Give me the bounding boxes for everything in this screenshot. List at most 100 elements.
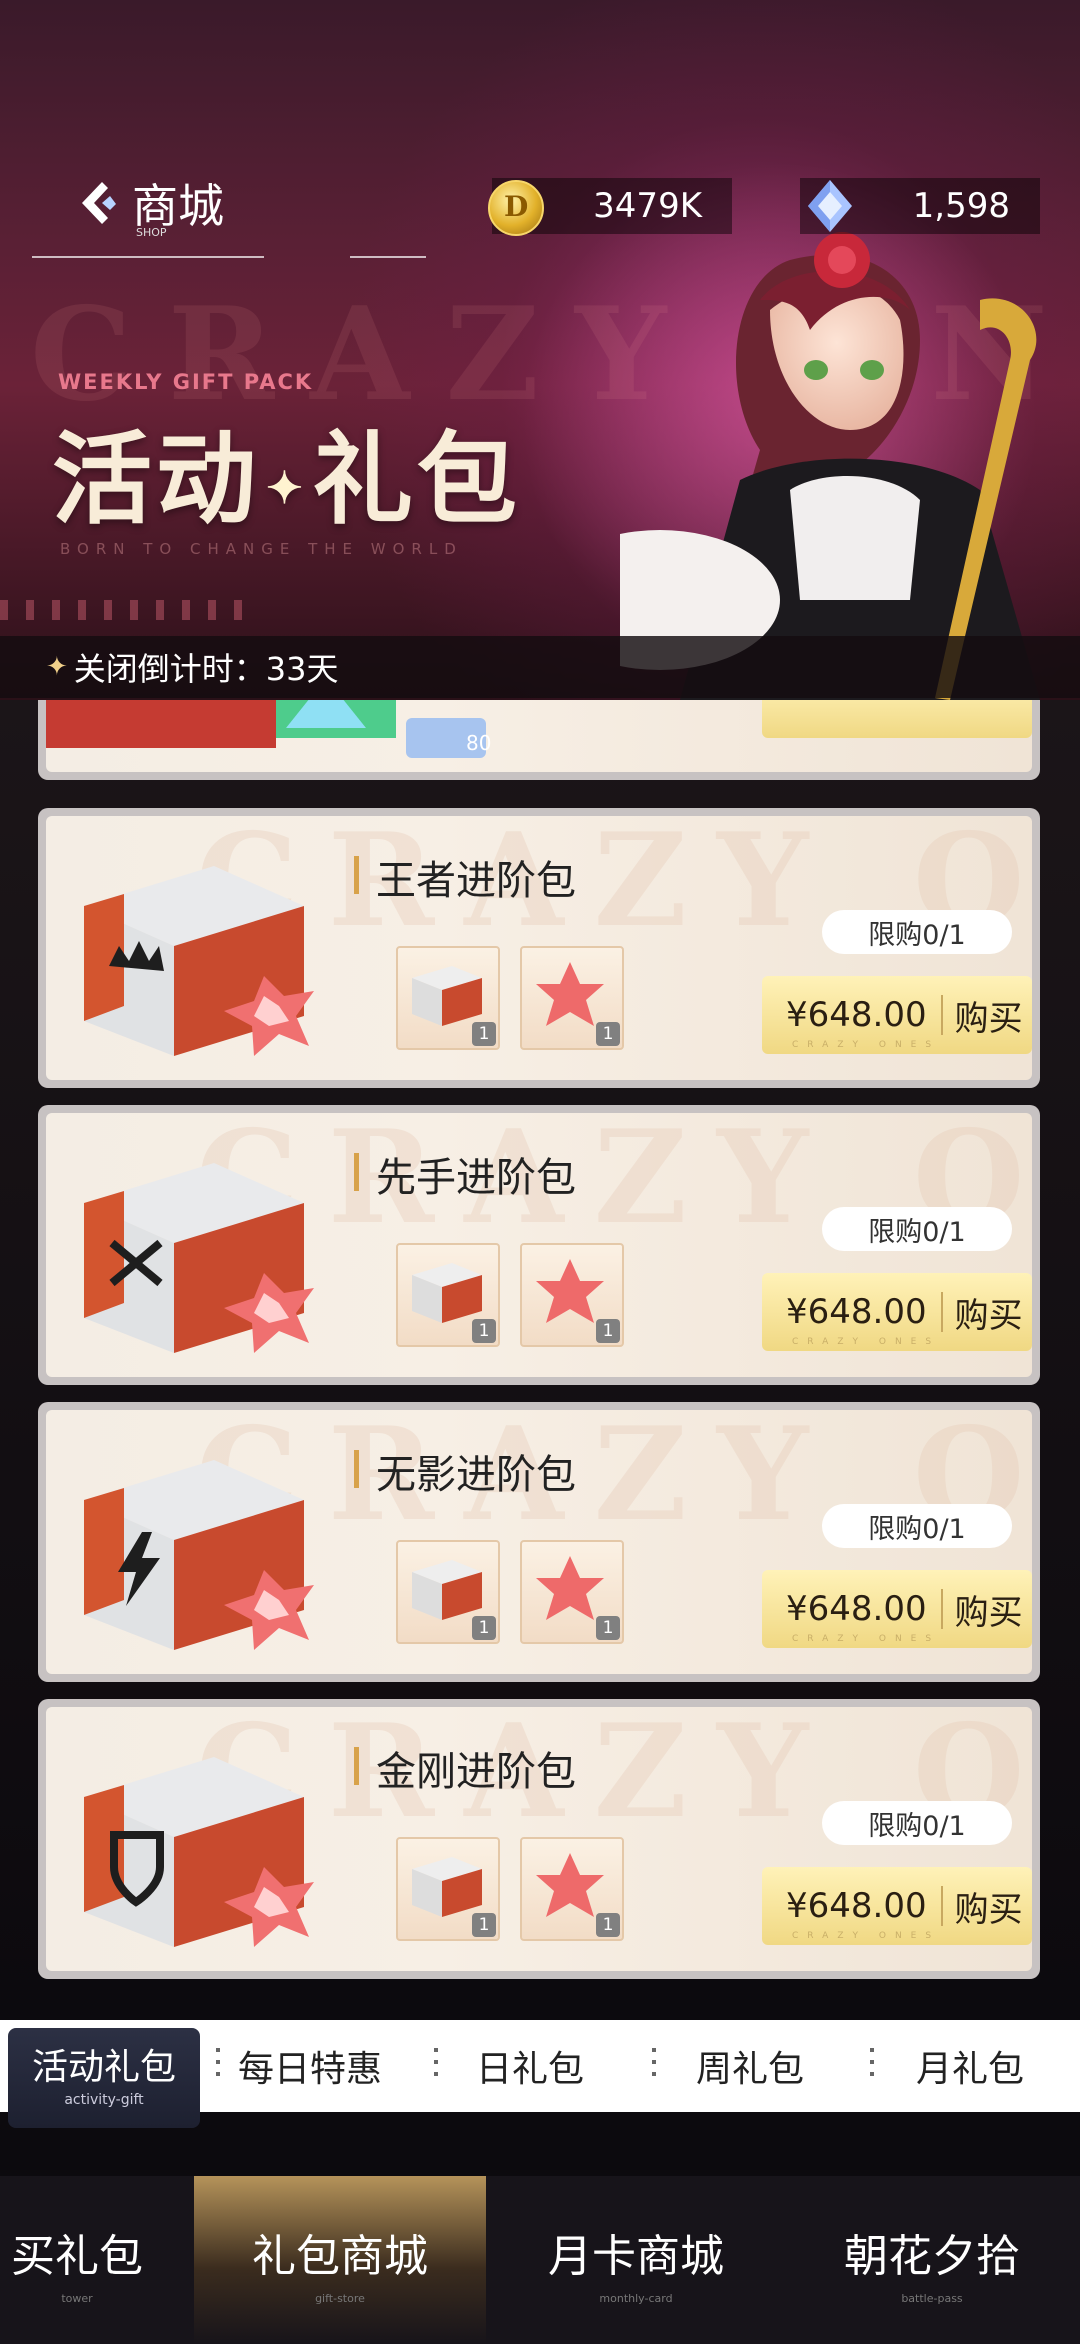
headline-part-b: 礼包 bbox=[312, 420, 521, 538]
buy-button[interactable]: ¥648.00 购买 CRAZY ONES bbox=[762, 1273, 1032, 1351]
tab-daily-pack[interactable]: 日礼包 bbox=[420, 2040, 640, 2092]
purchase-limit: 限购0/1 bbox=[822, 1504, 1012, 1548]
sparkle-icon: ✦ bbox=[46, 652, 68, 682]
reward-qty: 1 bbox=[596, 1319, 620, 1343]
nav-monthly-card[interactable]: 月卡商城 monthly-card bbox=[490, 2176, 782, 2344]
price: ¥648.00 bbox=[786, 1589, 927, 1629]
shop-title: 商城 SHOP bbox=[76, 170, 224, 239]
pack-box-art bbox=[84, 1163, 314, 1353]
pack-box-art bbox=[84, 1757, 314, 1947]
pack-card-inner: CRAZY ONES 金刚进阶包 1 1 bbox=[46, 1707, 1032, 1971]
pack-name: 先手进阶包 bbox=[354, 1145, 576, 1203]
nav-sub: gift-store bbox=[315, 2292, 365, 2305]
reward-slot[interactable]: 1 bbox=[396, 1540, 500, 1644]
banner-tagline: BORN TO CHANGE THE WORLD bbox=[60, 540, 463, 558]
divider bbox=[940, 995, 943, 1035]
pack-card: CRAZY ONES 王者进阶包 1 1 bbox=[38, 808, 1040, 1088]
purchase-limit: 限购0/1 bbox=[822, 1207, 1012, 1251]
buy-watermark: CRAZY ONES bbox=[792, 1634, 941, 1644]
reward-qty: 1 bbox=[472, 1022, 496, 1046]
shop-logo-icon bbox=[82, 182, 116, 224]
reward-slot[interactable]: 1 bbox=[396, 946, 500, 1050]
tab-activity-gift[interactable]: 活动礼包 activity-gift bbox=[8, 2028, 200, 2128]
reward-slot[interactable]: 1 bbox=[520, 946, 624, 1050]
weekly-label: WEEKLY GIFT PACK bbox=[58, 370, 314, 394]
separator bbox=[652, 2048, 656, 2084]
buy-watermark: CRAZY ONES bbox=[792, 1040, 941, 1050]
nav-buy-pack[interactable]: 买礼包 tower bbox=[0, 2176, 194, 2344]
separator bbox=[434, 2048, 438, 2084]
tab-daily-deal[interactable]: 每日特惠 bbox=[200, 2040, 420, 2092]
gift-box-art: 80 bbox=[46, 700, 491, 758]
coin-balance[interactable]: D 3479K bbox=[488, 178, 732, 236]
pack-card: CRAZY ONES 金刚进阶包 1 1 bbox=[38, 1699, 1040, 1979]
sparkle-icon: ✦ bbox=[266, 462, 307, 514]
buy-button[interactable]: ¥648.00 购买 CRAZY ONES bbox=[762, 976, 1032, 1054]
character-illustration bbox=[620, 232, 1040, 700]
pack-card: CRAZY ONES 无影进阶包 1 1 bbox=[38, 1402, 1040, 1682]
buy-label: 购买 bbox=[954, 1592, 1023, 1633]
title-underline-2 bbox=[350, 256, 426, 258]
buy-watermark: CRAZY ONES bbox=[792, 1931, 941, 1941]
partial-qty: 80 bbox=[466, 731, 491, 755]
buy-watermark: CRAZY ONES bbox=[792, 1337, 941, 1347]
pack-card-inner: CRAZY ONES 王者进阶包 1 1 bbox=[46, 816, 1032, 1080]
pack-card-inner: 80 bbox=[46, 700, 1032, 772]
tab-activity-gift-label: 活动礼包 bbox=[31, 2047, 176, 2088]
nav-battle-pass[interactable]: 朝花夕拾 battle-pass bbox=[786, 2176, 1078, 2344]
nav-sub: monthly-card bbox=[599, 2292, 673, 2305]
countdown-text: 关闭倒计时：33天 bbox=[73, 650, 339, 688]
buy-label: 购买 bbox=[954, 1889, 1023, 1930]
reward-slot[interactable]: 1 bbox=[520, 1540, 624, 1644]
reward-qty: 1 bbox=[472, 1616, 496, 1640]
reward-slot[interactable]: 1 bbox=[396, 1837, 500, 1941]
nav-label: 朝花夕拾 bbox=[844, 2231, 1020, 2282]
price: ¥648.00 bbox=[786, 995, 927, 1035]
pack-box-art bbox=[84, 866, 314, 1056]
purchase-limit: 限购0/1 bbox=[822, 1801, 1012, 1845]
bottom-nav: 买礼包 tower 礼包商城 gift-store 月卡商城 monthly-c… bbox=[0, 2176, 1080, 2344]
price: ¥648.00 bbox=[786, 1886, 927, 1926]
shop-title-sub: SHOP bbox=[136, 226, 167, 239]
pack-card-partial: 80 bbox=[38, 700, 1040, 780]
divider bbox=[940, 1292, 943, 1332]
diamond-icon bbox=[808, 180, 852, 232]
buy-button[interactable]: ¥648.00 购买 CRAZY ONES bbox=[762, 1570, 1032, 1648]
reward-qty: 1 bbox=[472, 1913, 496, 1937]
nav-label: 月卡商城 bbox=[548, 2231, 724, 2282]
tab-monthly-pack[interactable]: 月礼包 bbox=[860, 2040, 1080, 2092]
banner-dots bbox=[0, 600, 260, 620]
nav-sub: tower bbox=[61, 2292, 93, 2305]
headline-part-a: 活动 bbox=[52, 420, 260, 538]
coin-icon: D bbox=[488, 180, 544, 236]
diamond-value: 1,598 bbox=[912, 186, 1010, 226]
diamond-balance[interactable]: 1,598 bbox=[800, 178, 1040, 234]
pack-card: CRAZY ONES 先手进阶包 1 1 bbox=[38, 1105, 1040, 1385]
coin-value: 3479K bbox=[593, 186, 702, 226]
pack-list[interactable]: 80 CRAZY ONES 王者进阶包 1 bbox=[0, 700, 1080, 2020]
pack-card-inner: CRAZY ONES 先手进阶包 1 1 bbox=[46, 1113, 1032, 1377]
pack-card-inner: CRAZY ONES 无影进阶包 1 1 bbox=[46, 1410, 1032, 1674]
pack-box-art bbox=[84, 1460, 314, 1650]
reward-qty: 1 bbox=[596, 1616, 620, 1640]
divider bbox=[940, 1886, 943, 1926]
reward-slot[interactable]: 1 bbox=[520, 1243, 624, 1347]
pack-name: 王者进阶包 bbox=[354, 848, 576, 906]
separator bbox=[870, 2048, 874, 2084]
buy-button[interactable] bbox=[762, 700, 1032, 738]
nav-label: 礼包商城 bbox=[252, 2231, 428, 2282]
nav-label: 买礼包 bbox=[11, 2231, 143, 2282]
buy-button[interactable]: ¥648.00 购买 CRAZY ONES bbox=[762, 1867, 1032, 1945]
tab-activity-gift-sub: activity-gift bbox=[64, 2092, 144, 2108]
price: ¥648.00 bbox=[786, 1292, 927, 1332]
pack-name: 金刚进阶包 bbox=[354, 1739, 576, 1797]
tab-weekly-pack[interactable]: 周礼包 bbox=[640, 2040, 860, 2092]
reward-slot[interactable]: 1 bbox=[396, 1243, 500, 1347]
reward-qty: 1 bbox=[472, 1319, 496, 1343]
nav-gift-store[interactable]: 礼包商城 gift-store bbox=[194, 2176, 486, 2344]
title-underline bbox=[32, 256, 264, 258]
pack-name: 无影进阶包 bbox=[354, 1442, 576, 1500]
reward-slot[interactable]: 1 bbox=[520, 1837, 624, 1941]
banner: CRAZY ONES 商城 SHOP D 3479K bbox=[0, 0, 1080, 700]
reward-qty: 1 bbox=[596, 1022, 620, 1046]
